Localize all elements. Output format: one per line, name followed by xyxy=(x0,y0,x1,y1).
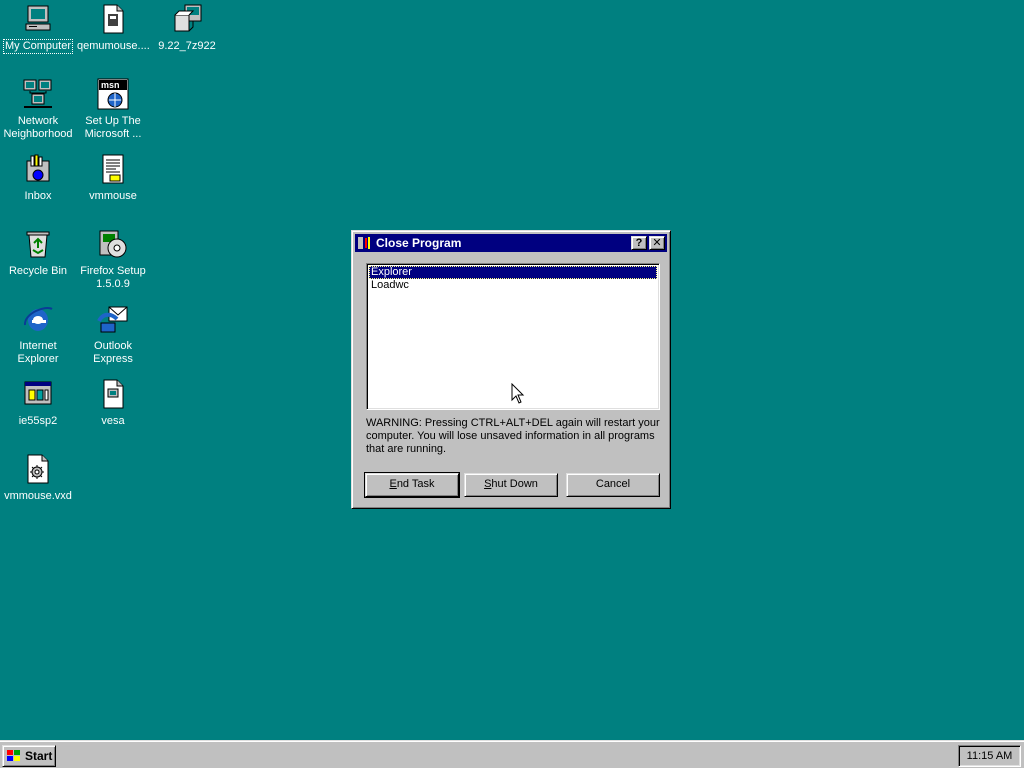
desktop-icon-qemumouse[interactable]: qemumouse.... xyxy=(76,3,150,53)
desktop-icon-label: Internet Explorer xyxy=(17,340,59,365)
desktop-icon-label: vmmouse xyxy=(89,190,137,202)
desktop-icon-label: qemumouse.... xyxy=(77,40,150,52)
network-icon xyxy=(22,78,54,110)
recycle-bin-icon xyxy=(22,228,54,260)
task-list-item-loadwc[interactable]: Loadwc xyxy=(369,279,657,292)
close-program-dialog: Close Program ? ✕ Explorer Loadwc WARNIN… xyxy=(351,230,671,509)
close-program-icon xyxy=(357,235,373,251)
msn-logo-text: msn xyxy=(101,80,120,90)
desktop-icon-network-neighborhood[interactable]: Network Neighborhood xyxy=(1,78,75,141)
outlook-express-icon xyxy=(97,303,129,335)
system-tray-clock[interactable]: 11:15 AM xyxy=(958,745,1021,767)
desktop-icon-label: Set Up The Microsoft ... xyxy=(84,115,142,140)
desktop-icon-my-computer[interactable]: My Computer xyxy=(1,3,75,54)
desktop-icon-label: Firefox Setup 1.5.0.9 xyxy=(80,265,146,290)
document-icon xyxy=(97,3,129,35)
restart-warning-text: WARNING: Pressing CTRL+ALT+DEL again wil… xyxy=(366,417,660,455)
windows-logo-icon xyxy=(7,750,20,761)
dialog-titlebar[interactable]: Close Program ? ✕ xyxy=(355,234,667,252)
help-button[interactable]: ? xyxy=(631,236,647,250)
desktop-icon-label: Network Neighborhood xyxy=(3,115,73,140)
desktop-icon-vmmouse[interactable]: vmmouse xyxy=(76,153,150,203)
desktop-icon-7z922[interactable]: 9.22_7z922 xyxy=(150,3,224,53)
desktop-icon-label: Outlook Express xyxy=(93,340,133,365)
desktop-icon-ie55sp2[interactable]: ie55sp2 xyxy=(1,378,75,428)
desktop-icon-label: vesa xyxy=(101,415,125,427)
shut-down-button[interactable]: Shut Down xyxy=(464,473,558,497)
desktop-icon-recycle-bin[interactable]: Recycle Bin xyxy=(1,228,75,278)
taskbar: Start 11:15 AM xyxy=(0,740,1024,768)
desktop-icon-outlook-express[interactable]: Outlook Express xyxy=(76,303,150,366)
close-button[interactable]: ✕ xyxy=(649,236,665,250)
desktop-icon-setup-msn[interactable]: msn Set Up The Microsoft ... xyxy=(76,78,150,141)
desktop-icon-internet-explorer[interactable]: Internet Explorer xyxy=(1,303,75,366)
start-button[interactable]: Start xyxy=(2,745,56,767)
document-icon xyxy=(97,378,129,410)
desktop-icon-label: vmmouse.vxd xyxy=(4,490,72,502)
dialog-title: Close Program xyxy=(376,236,462,250)
text-document-icon xyxy=(97,153,129,185)
desktop-icon-label: My Computer xyxy=(2,39,74,54)
computer-icon xyxy=(22,3,54,35)
msn-setup-icon: msn xyxy=(97,78,129,110)
task-list[interactable]: Explorer Loadwc xyxy=(366,263,660,410)
internet-explorer-icon xyxy=(22,303,54,335)
setup-program-icon xyxy=(22,378,54,410)
desktop-icon-label: Recycle Bin xyxy=(8,265,68,277)
inbox-icon xyxy=(22,153,54,185)
desktop-icon-firefox-setup[interactable]: Firefox Setup 1.5.0.9 xyxy=(76,228,150,291)
desktop-icon-vmmouse-vxd[interactable]: vmmouse.vxd xyxy=(1,453,75,503)
desktop-icon-label: ie55sp2 xyxy=(18,415,58,427)
desktop-icon-inbox[interactable]: Inbox xyxy=(1,153,75,203)
desktop-icon-label: 9.22_7z922 xyxy=(158,40,216,52)
installer-icon xyxy=(97,228,129,260)
end-task-button[interactable]: End Task xyxy=(364,472,460,498)
desktop-icon-vesa[interactable]: vesa xyxy=(76,378,150,428)
desktop-icon-label: Inbox xyxy=(24,190,52,202)
cancel-button[interactable]: Cancel xyxy=(566,473,660,497)
task-list-item-explorer[interactable]: Explorer xyxy=(369,266,657,279)
start-label: Start xyxy=(25,749,53,763)
system-file-icon xyxy=(22,453,54,485)
installer-package-icon xyxy=(171,3,203,35)
